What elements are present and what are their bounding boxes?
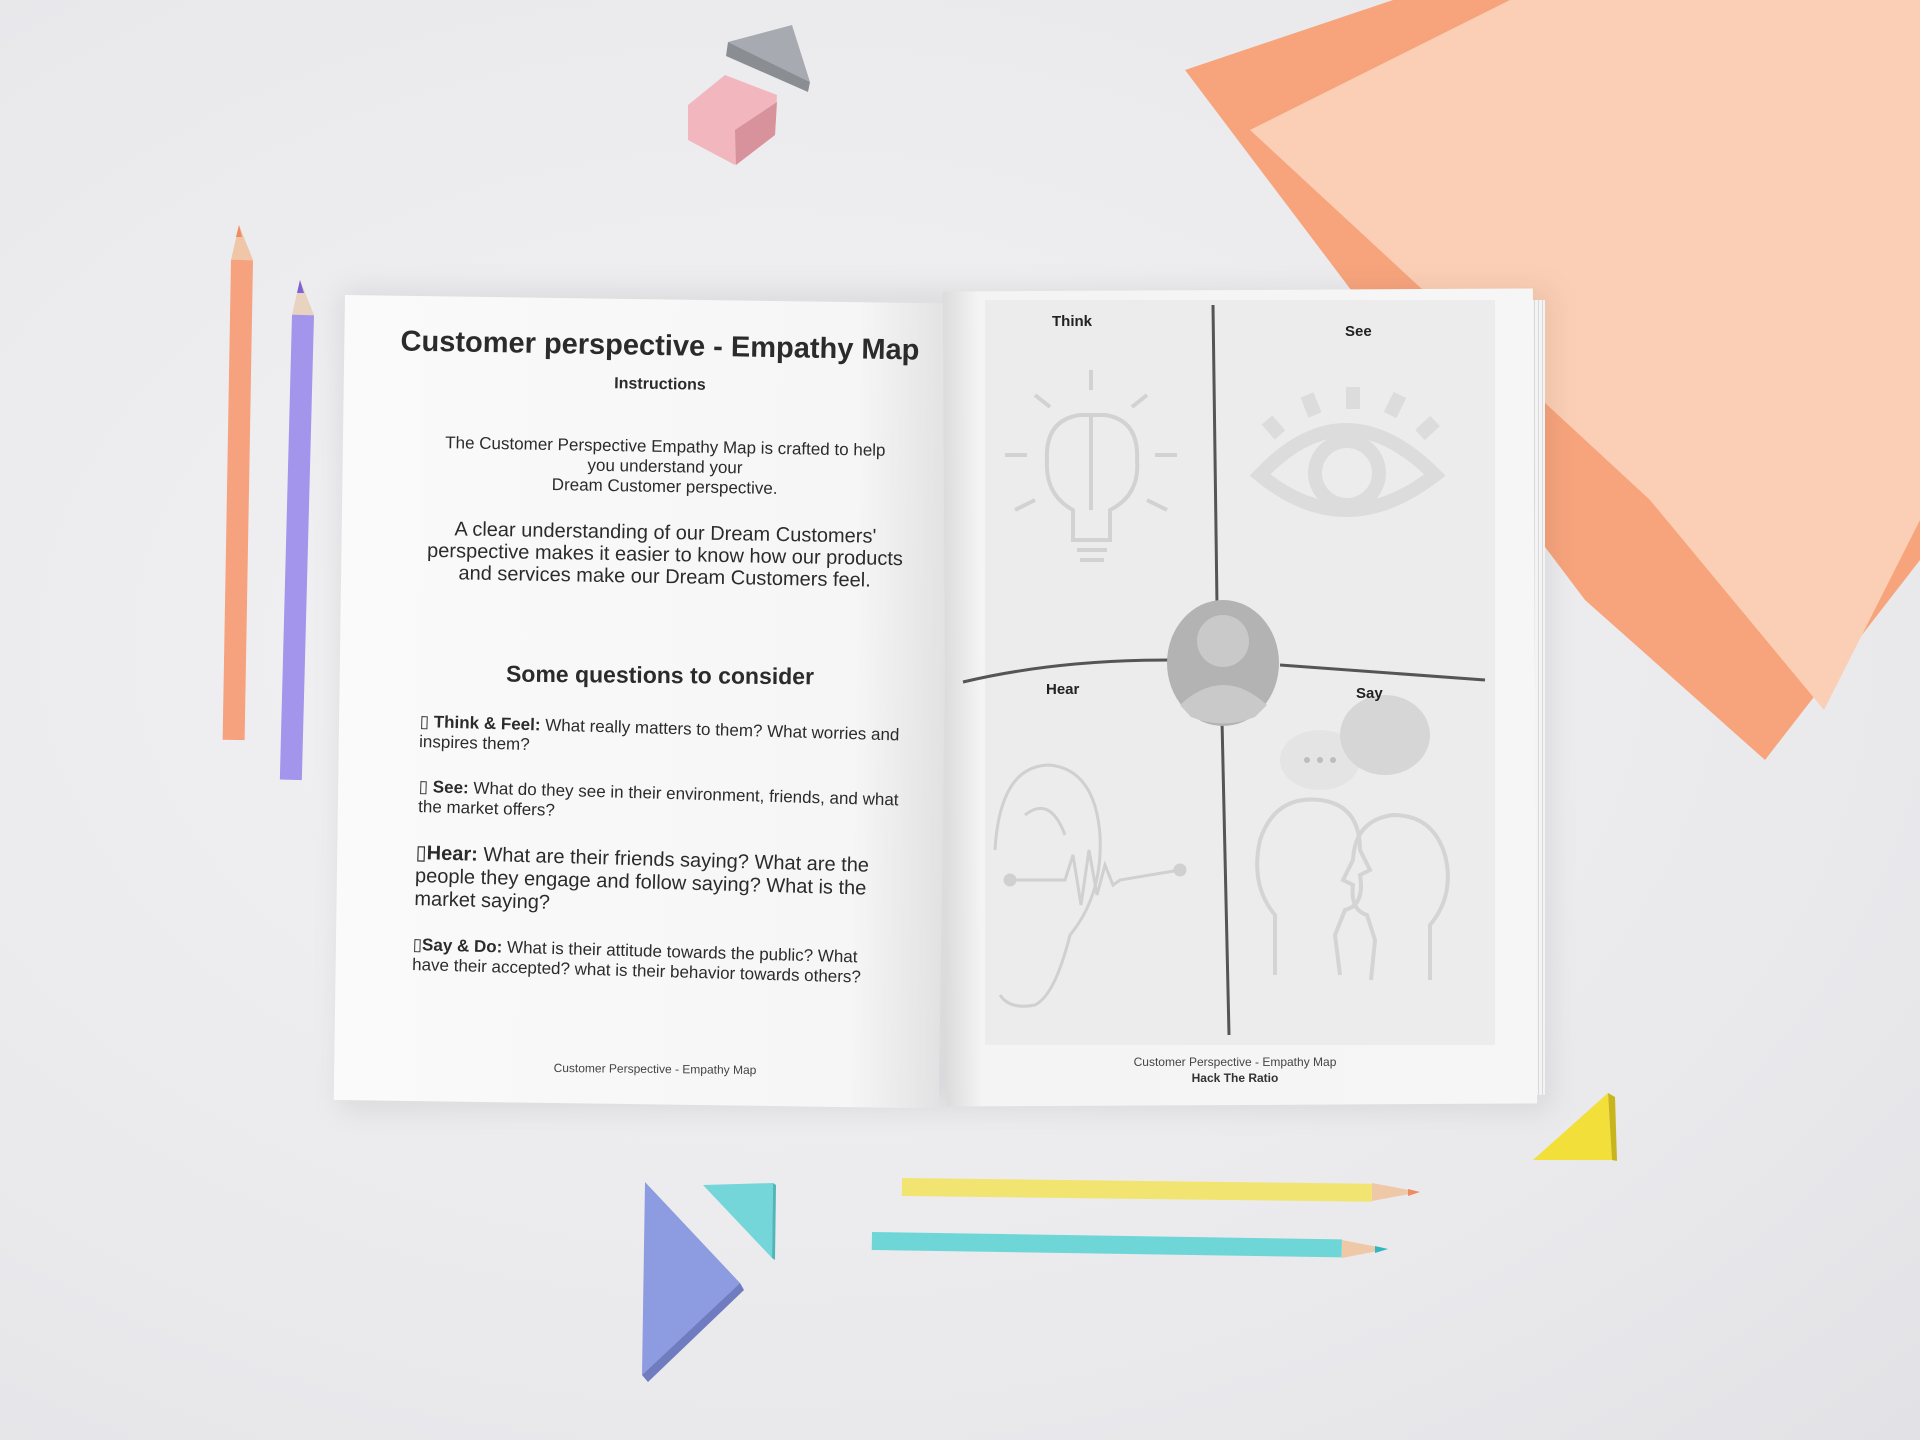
two-heads-talking-icon [1255,695,1450,981]
teal-triangle-block [703,1183,776,1260]
question-label: Hear: [426,842,479,866]
bullet-icon: ▯ [418,777,429,797]
question-label: Think & Feel: [433,712,541,735]
bullet-icon: ▯ [415,842,428,865]
questions-heading: Some questions to consider [505,660,815,690]
purple-pencil [279,280,314,781]
left-page-footer: Customer Perspective - Empathy Map [553,1060,757,1078]
intro-paragraph: The Customer Perspective Empathy Map is … [420,433,911,502]
eye-icon [1249,387,1446,517]
customer-avatar-icon [1167,600,1279,726]
teal-pencil [871,1232,1388,1258]
question-text: What are their friends saying? What are … [414,843,870,914]
vertical-divider-top [1211,304,1219,606]
right-page-footer: Customer Perspective - Empathy Map [1133,1055,1337,1069]
question-label: Say & Do: [421,935,503,957]
question-label: See: [432,777,469,798]
bullet-icon: ▯ [419,712,430,732]
vertical-divider-bottom [1220,719,1231,1036]
wooden-blocks-top [688,25,810,165]
quadrant-label-see: See [1345,323,1372,340]
right-page-footer-brand: Hack The Ratio [1191,1071,1279,1085]
pink-cube-block [688,75,777,165]
quadrant-label-think: Think [1052,313,1092,330]
vertical-pencils [222,225,314,781]
question-hear: ▯Hear: What are their friends saying? Wh… [414,842,896,924]
lightbulb-brain-icon [1005,370,1177,562]
intro-paragraph-2: A clear understanding of our Dream Custo… [426,518,904,592]
ear-sound-wave-icon [993,763,1187,1008]
quadrant-label-say: Say [1356,685,1383,702]
empathy-map-diagram [962,304,1486,1036]
horizontal-divider-left [962,658,1171,684]
quadrant-label-hear: Hear [1046,681,1080,698]
yellow-triangle-block [1533,1093,1617,1161]
bottom-objects [642,1178,1420,1382]
horizontal-divider-right [1279,663,1486,682]
yellow-pencil [901,1178,1420,1202]
orange-pencil [222,225,253,741]
